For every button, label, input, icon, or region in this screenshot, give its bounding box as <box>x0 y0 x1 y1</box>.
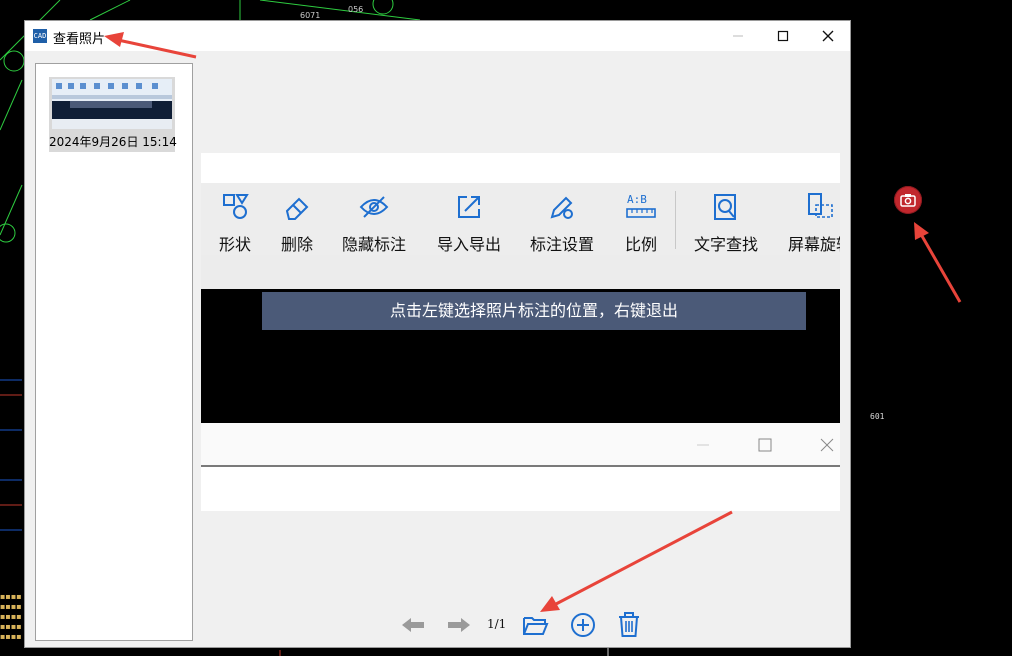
tool-label: 删除 <box>280 235 313 254</box>
preview-gap <box>201 255 840 289</box>
preview-bottom-strip <box>201 467 840 511</box>
thumbnail-label: 2024年9月26日 15:14 <box>49 135 177 149</box>
trash-icon <box>619 612 639 637</box>
minimize-icon <box>732 35 743 37</box>
maximize-button[interactable] <box>760 21 805 51</box>
view-photos-dialog: CAD 查看照片 2024年9月26日 15:14 形状 删除 隐藏标注 导入导… <box>24 20 851 648</box>
camera-icon <box>900 194 916 207</box>
tool-annotation-settings: 标注设置 <box>527 189 597 254</box>
tool-shape: 形状 <box>215 189 255 254</box>
tool-screen-rotate: 屏幕旋转 <box>785 189 840 254</box>
tool-label: 导入导出 <box>436 235 501 254</box>
shape-icon <box>223 194 249 219</box>
preview-canvas: 点击左键选择照片标注的位置，右键退出 <box>201 289 840 423</box>
window-title: 查看照片 <box>53 32 106 47</box>
maximize-icon <box>777 30 788 42</box>
thumbnail-item[interactable]: 2024年9月26日 15:14 <box>49 77 177 152</box>
preview-top-strip <box>201 153 840 183</box>
tool-text-search: 文字查找 <box>691 189 761 254</box>
thumbnail-list: 2024年9月26日 15:14 <box>35 63 193 641</box>
folder-open-icon <box>523 617 549 635</box>
minimize-icon <box>697 444 709 446</box>
close-icon <box>822 30 833 42</box>
svg-text:056: 056 <box>348 5 363 14</box>
svg-text:6071: 6071 <box>300 11 320 20</box>
import-export-icon <box>458 196 480 218</box>
tool-scale: A:B 比例 <box>621 189 661 254</box>
preview-window-titlebar <box>201 423 840 467</box>
tool-label: 屏幕旋转 <box>787 235 840 254</box>
hint-bar: 点击左键选择照片标注的位置，右键退出 <box>262 292 806 330</box>
tool-import-export: 导入导出 <box>435 189 503 254</box>
title-bar[interactable]: CAD 查看照片 <box>25 21 850 51</box>
cad-label: 601 <box>870 412 885 421</box>
close-icon <box>820 438 834 452</box>
minimize-button[interactable] <box>715 21 760 51</box>
app-icon: CAD <box>33 29 47 43</box>
tool-hide-annotations: 隐藏标注 <box>339 189 409 254</box>
scale-icon: A:B <box>626 193 656 218</box>
eraser-icon <box>285 197 309 220</box>
camera-button[interactable] <box>894 186 922 214</box>
tool-label: 标注设置 <box>529 235 594 254</box>
close-button[interactable] <box>805 21 850 51</box>
arrow-left-icon <box>402 618 424 632</box>
prev-button[interactable] <box>399 613 427 637</box>
tool-label: 文字查找 <box>693 235 758 254</box>
eye-hidden-icon <box>359 196 389 218</box>
arrow-right-icon <box>448 618 470 632</box>
toolbar-divider <box>675 191 676 249</box>
tool-label: 比例 <box>624 235 657 254</box>
page-indicator: 1/1 <box>487 617 507 631</box>
tool-delete: 删除 <box>277 189 317 254</box>
preview-toolbar: 形状 删除 隐藏标注 导入导出 标注设置 A:B 比例 文字查找 屏幕旋 <box>201 183 840 255</box>
thumbnail-image <box>52 79 172 129</box>
tool-label: 隐藏标注 <box>341 235 406 254</box>
next-button[interactable] <box>445 613 473 637</box>
cad-notes: ▪▪▪▪ ▪▪▪▪ ▪▪▪▪ ▪▪▪▪ ▪▪▪▪ <box>0 592 22 641</box>
maximize-icon <box>758 438 772 452</box>
pen-settings-icon <box>550 196 573 219</box>
plus-circle-icon <box>571 613 595 637</box>
text-search-icon <box>714 194 736 220</box>
delete-photo-button[interactable] <box>615 611 643 639</box>
add-photo-button[interactable] <box>569 611 597 639</box>
tool-label: 形状 <box>218 235 251 254</box>
photo-preview: 形状 删除 隐藏标注 导入导出 标注设置 A:B 比例 文字查找 屏幕旋 点击左… <box>201 153 840 511</box>
screen-rotate-icon <box>808 193 833 218</box>
svg-text:A:B: A:B <box>627 193 647 206</box>
open-folder-button[interactable] <box>521 611 549 639</box>
